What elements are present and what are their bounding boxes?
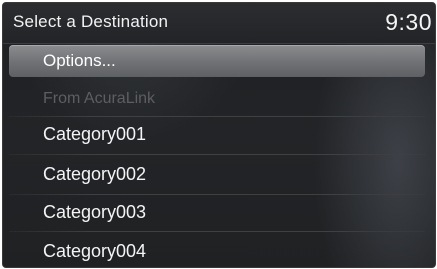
divider — [9, 231, 425, 232]
divider — [9, 116, 425, 117]
divider — [9, 154, 425, 155]
menu-item-options[interactable]: Options... — [9, 45, 425, 77]
menu-item-label: Category002 — [43, 164, 147, 184]
menu-item-category002[interactable]: Category002 — [9, 158, 425, 190]
title-bar: Select a Destination 9:30 — [3, 3, 435, 44]
menu-item-label: Category001 — [43, 124, 147, 144]
nav-screen: Select a Destination 9:30 Options... Fro… — [0, 0, 437, 269]
menu-item-label: Category004 — [43, 241, 147, 261]
screen-title: Select a Destination — [13, 12, 169, 31]
menu-item-category001[interactable]: Category001 — [9, 118, 425, 150]
clock: 9:30 — [385, 9, 432, 35]
divider — [9, 194, 425, 195]
menu-item-from-acuralink: From AcuraLink — [9, 83, 425, 115]
destination-menu-panel: Select a Destination 9:30 Options... Fro… — [2, 2, 436, 268]
menu-item-label: From AcuraLink — [43, 90, 156, 107]
menu-item-label: Category003 — [43, 202, 147, 222]
menu-item-category003[interactable]: Category003 — [9, 196, 425, 228]
menu-item-category004[interactable]: Category004 — [9, 235, 425, 267]
menu-item-label: Options... — [43, 51, 116, 70]
